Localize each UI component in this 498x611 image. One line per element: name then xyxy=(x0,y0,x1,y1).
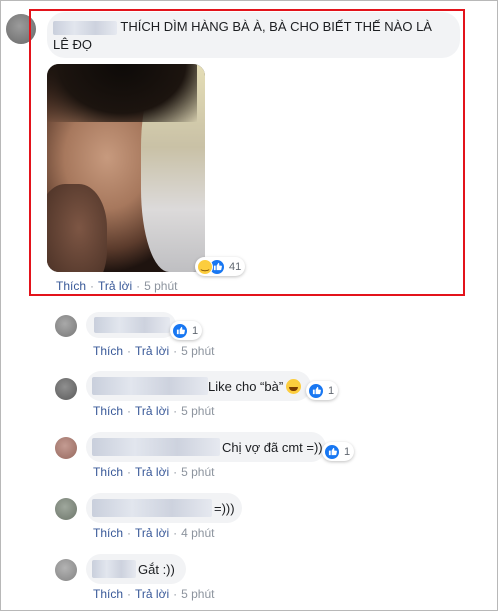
reply-link[interactable]: Trả lời xyxy=(135,344,169,358)
reply-actions: Thích · Trả lời · 5 phút xyxy=(93,465,215,479)
timestamp: 5 phút xyxy=(181,404,215,418)
reply-avatar[interactable] xyxy=(55,559,77,581)
reply-bubble: Like cho “bà” xyxy=(86,371,311,401)
reply-link[interactable]: Trả lời xyxy=(135,465,169,479)
timestamp: 5 phút xyxy=(181,587,215,601)
reply-link[interactable]: Trả lời xyxy=(135,587,169,601)
commenter-name-blurred[interactable] xyxy=(92,560,136,578)
like-link[interactable]: Thích xyxy=(93,344,123,358)
timestamp: 5 phút xyxy=(181,344,215,358)
reply-avatar[interactable] xyxy=(55,315,77,337)
like-icon xyxy=(324,443,340,460)
reply-reactions[interactable]: 1 xyxy=(170,321,203,340)
like-link[interactable]: Thích xyxy=(93,404,123,418)
like-icon xyxy=(308,382,324,399)
like-icon xyxy=(172,322,188,339)
reply-link[interactable]: Trả lời xyxy=(135,404,169,418)
reply-text: Chị vợ đã cmt =)) xyxy=(222,440,323,455)
timestamp: 5 phút xyxy=(181,465,215,479)
timestamp: 4 phút xyxy=(181,526,215,540)
reply-avatar[interactable] xyxy=(55,378,77,400)
laughing-emoji-icon xyxy=(286,379,302,394)
like-link[interactable]: Thích xyxy=(93,526,123,540)
reply-actions: Thích · Trả lời · 4 phút xyxy=(93,526,215,540)
commenter-name-blurred[interactable] xyxy=(92,499,212,517)
reply-bubble: Gắt :)) xyxy=(86,554,186,584)
reply-bubble xyxy=(86,312,176,338)
reply-reactions[interactable]: 1 xyxy=(306,381,339,400)
reply-text: =))) xyxy=(214,501,235,516)
reply-text: Like cho “bà” xyxy=(208,379,284,394)
like-link[interactable]: Thích xyxy=(93,587,123,601)
reply-reactions[interactable]: 1 xyxy=(322,442,355,461)
reply-actions: Thích · Trả lời · 5 phút xyxy=(93,587,215,601)
like-link[interactable]: Thích xyxy=(93,465,123,479)
reply-reaction-count: 1 xyxy=(192,324,199,337)
commenter-name-blurred[interactable] xyxy=(92,438,220,456)
reply-reaction-count: 1 xyxy=(328,384,335,397)
reply-actions: Thích · Trả lời · 5 phút xyxy=(93,344,215,358)
reply-reaction-count: 1 xyxy=(344,445,351,458)
reply-bubble: Chị vợ đã cmt =)) xyxy=(86,432,326,462)
highlight-box xyxy=(29,9,465,296)
reply-avatar[interactable] xyxy=(55,437,77,459)
reply-text: Gắt :)) xyxy=(138,562,175,577)
commenter-name-blurred[interactable] xyxy=(92,377,208,395)
haha-icon: ‿ xyxy=(197,258,213,275)
reply-avatar[interactable] xyxy=(55,498,77,520)
reply-bubble: =))) xyxy=(86,493,242,523)
commenter-name-blurred[interactable] xyxy=(94,317,170,333)
reply-link[interactable]: Trả lời xyxy=(135,526,169,540)
reply-actions: Thích · Trả lời · 5 phút xyxy=(93,404,215,418)
